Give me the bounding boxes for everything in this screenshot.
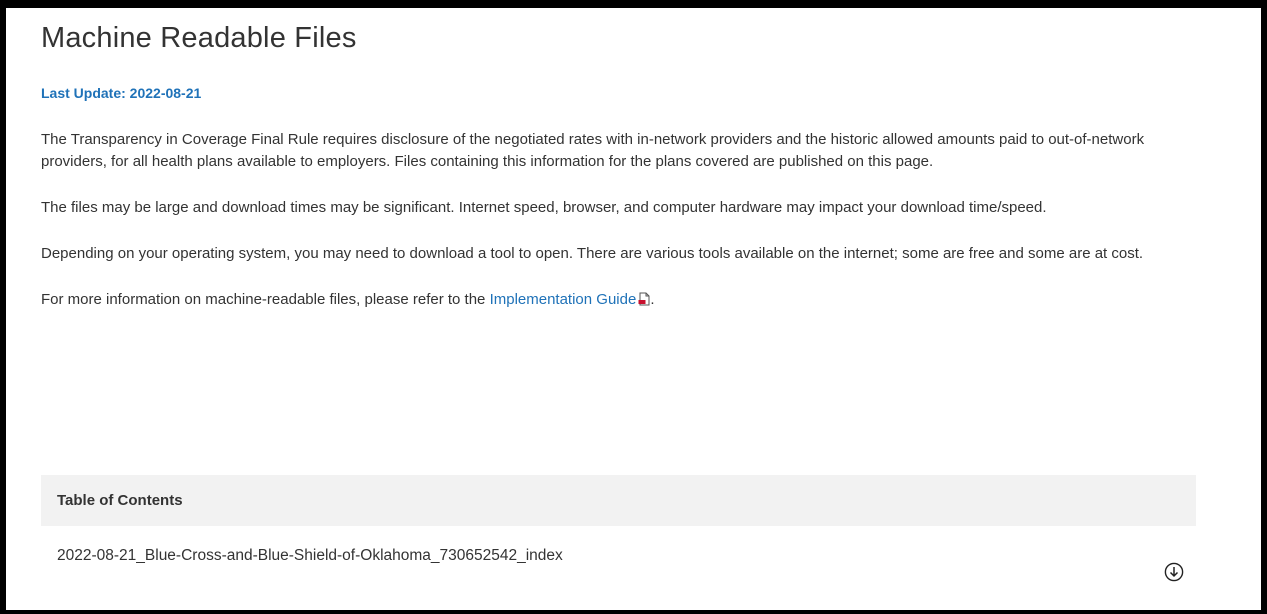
intro-paragraph: The Transparency in Coverage Final Rule … xyxy=(41,131,1145,170)
toc-item-label[interactable]: 2022-08-21_Blue-Cross-and-Blue-Shield-of… xyxy=(57,547,563,564)
download-size-paragraph: The files may be large and download time… xyxy=(41,199,1047,216)
more-info-paragraph: For more information on machine-readable… xyxy=(41,289,1151,311)
download-icon[interactable] xyxy=(1164,548,1184,582)
more-info-prefix: For more information on machine-readable… xyxy=(41,291,490,308)
main-content: Machine Readable Files Last Update: 2022… xyxy=(41,20,1201,311)
last-update-date: Last Update: 2022-08-21 xyxy=(41,85,202,101)
tools-paragraph: Depending on your operating system, you … xyxy=(41,245,1144,262)
table-of-contents: Table of Contents 2022-08-21_Blue-Cross-… xyxy=(41,475,1196,586)
pdf-icon xyxy=(638,291,650,306)
page-title: Machine Readable Files xyxy=(41,22,357,54)
toc-item[interactable]: 2022-08-21_Blue-Cross-and-Blue-Shield-of… xyxy=(41,526,1196,586)
more-info-suffix: . xyxy=(650,291,655,308)
implementation-guide-link[interactable]: Implementation Guide xyxy=(490,291,637,308)
toc-header: Table of Contents xyxy=(41,475,1196,526)
